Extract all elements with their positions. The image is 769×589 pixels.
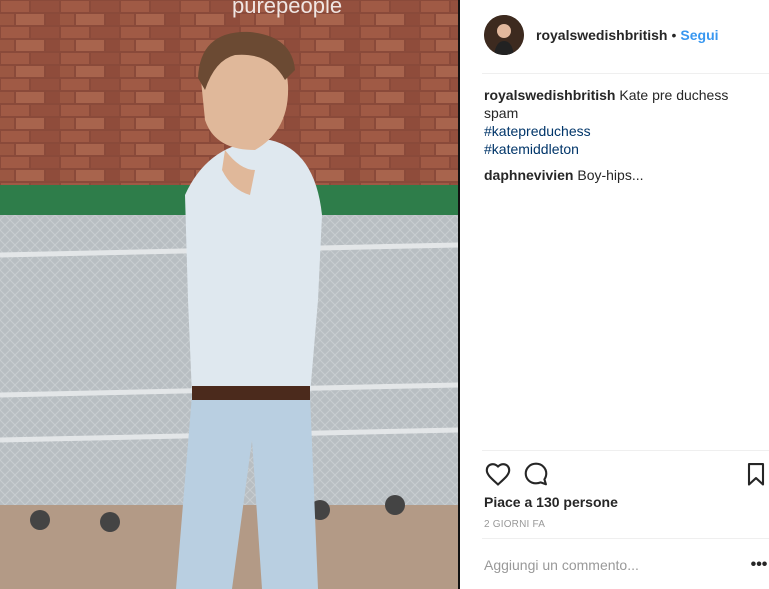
comment-divider <box>482 538 769 539</box>
comment-text: Boy-hips... <box>577 167 644 183</box>
hashtag-link[interactable]: #katemiddleton <box>484 140 764 158</box>
comment-icon[interactable] <box>522 460 550 488</box>
more-options-button[interactable]: ••• <box>749 556 769 574</box>
post-sidebar: royalswedishbritish • Segui royalswedish… <box>460 0 769 589</box>
comment-username[interactable]: daphnevivien <box>484 167 573 183</box>
hashtag-link[interactable]: #katepreduchess <box>484 122 764 140</box>
separator-dot: • <box>671 27 677 43</box>
actions-divider <box>482 450 769 451</box>
likes-count[interactable]: Piace a 130 persone <box>484 494 618 510</box>
add-comment-input[interactable]: Aggiungi un commento... <box>484 557 639 573</box>
bookmark-icon[interactable] <box>742 460 769 488</box>
caption-username[interactable]: royalswedishbritish <box>484 87 615 103</box>
avatar[interactable] <box>484 15 524 55</box>
comment-item: daphnevivien Boy-hips... <box>484 166 764 184</box>
post-timestamp: 2 GIORNI FA <box>484 519 546 530</box>
heart-icon[interactable] <box>484 460 512 488</box>
post-header: royalswedishbritish • Segui <box>484 14 719 56</box>
caption: royalswedishbritish Kate pre duchess spa… <box>484 86 764 158</box>
follow-button[interactable]: Segui <box>680 27 718 43</box>
comments-section: royalswedishbritish Kate pre duchess spa… <box>484 86 764 192</box>
photo-illustration: purepeople <box>0 0 458 589</box>
action-bar <box>482 460 767 488</box>
post-photo[interactable]: purepeople <box>0 0 458 589</box>
header-username[interactable]: royalswedishbritish <box>536 27 667 43</box>
header-divider <box>482 73 769 74</box>
watermark-text: purepeople <box>232 0 342 18</box>
